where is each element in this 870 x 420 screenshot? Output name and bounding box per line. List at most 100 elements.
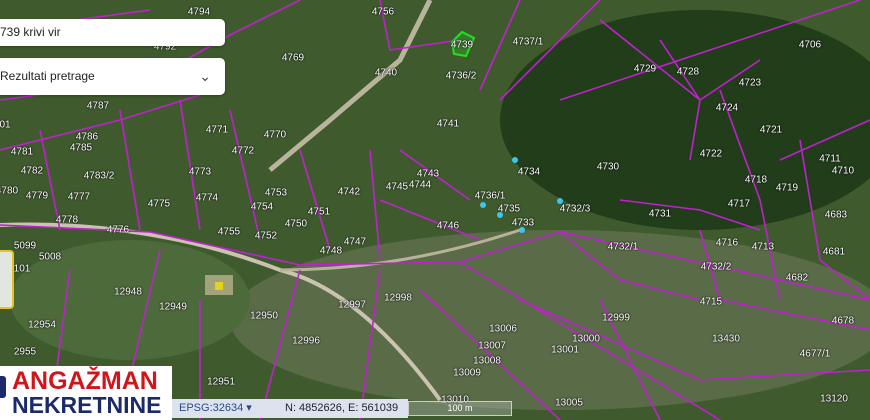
parcel-label[interactable]: 4732/2	[701, 262, 732, 273]
parcel-label[interactable]: 4677/1	[800, 349, 831, 360]
parcel-label[interactable]: 4678	[832, 316, 854, 327]
parcel-label[interactable]: 4710	[832, 166, 854, 177]
parcel-label[interactable]: 4780	[0, 186, 18, 197]
parcel-label[interactable]: 4748	[320, 246, 342, 257]
parcel-label[interactable]: 4786	[76, 132, 98, 143]
parcel-label[interactable]: 4745	[386, 182, 408, 193]
parcel-label[interactable]: 4719	[776, 183, 798, 194]
projection-selector[interactable]: EPSG:32634 ▾	[179, 399, 252, 418]
parcel-label[interactable]: 4787	[87, 101, 109, 112]
parcel-label[interactable]: 4716	[716, 238, 738, 249]
parcel-label[interactable]: 4781	[11, 147, 33, 158]
parcel-label[interactable]: 4771	[206, 125, 228, 136]
parcel-label[interactable]: 4756	[372, 7, 394, 18]
parcel-label[interactable]: 4746	[437, 221, 459, 232]
parcel-label[interactable]: 4743	[417, 169, 439, 180]
parcel-label[interactable]: 13009	[453, 368, 481, 379]
parcel-label[interactable]: 12998	[384, 293, 412, 304]
status-bar: EPSG:32634 ▾ N: 4852626, E: 561039	[172, 399, 408, 418]
parcel-label[interactable]: 4731	[649, 209, 671, 220]
parcel-label[interactable]: 4783/2	[84, 171, 115, 182]
parcel-label[interactable]: 13005	[555, 398, 583, 409]
parcel-label[interactable]: 4711	[819, 154, 841, 165]
parcel-label[interactable]: 4794	[188, 7, 210, 18]
parcel-label[interactable]: 12951	[207, 377, 235, 388]
parcel-label[interactable]: 4773	[189, 167, 211, 178]
parcel-label[interactable]: 4730	[597, 162, 619, 173]
parcel-label[interactable]: 4713	[752, 242, 774, 253]
point-marker[interactable]	[512, 157, 518, 163]
parcel-label[interactable]: 4729	[634, 64, 656, 75]
parcel-label[interactable]: 4775	[148, 199, 170, 210]
parcel-label[interactable]: 4728	[677, 67, 699, 78]
parcel-label[interactable]: 4750	[285, 219, 307, 230]
parcel-label[interactable]: 4717	[728, 199, 750, 210]
parcel-label[interactable]: 13008	[473, 356, 501, 367]
parcel-label[interactable]: 4683	[825, 210, 847, 221]
parcel-label[interactable]: 4681	[823, 247, 845, 258]
parcel-label[interactable]: 13001	[551, 345, 579, 356]
parcel-label[interactable]: 4718	[745, 175, 767, 186]
parcel-label[interactable]: 4772	[232, 146, 254, 157]
parcel-label[interactable]: 4715	[700, 297, 722, 308]
side-panel-toggle[interactable]	[0, 250, 14, 309]
parcel-label[interactable]: 4770	[264, 130, 286, 141]
parcel-label[interactable]: 4706	[799, 40, 821, 51]
search-input[interactable]: 739 krivi vir	[0, 19, 225, 46]
parcel-label[interactable]: 13000	[572, 334, 600, 345]
chevron-down-icon[interactable]: ⌄	[199, 58, 211, 95]
parcel-label[interactable]: 4739	[451, 40, 473, 51]
parcel-label[interactable]: 4777	[68, 192, 90, 203]
parcel-label[interactable]: 4722	[700, 149, 722, 160]
search-results-dropdown[interactable]: Rezultati pretrage ⌄	[0, 58, 225, 95]
point-marker[interactable]	[497, 212, 503, 218]
parcel-label[interactable]: 5099	[14, 241, 36, 252]
parcel-label[interactable]: 4753	[265, 188, 287, 199]
parcel-label[interactable]: 13007	[478, 341, 506, 352]
parcel-label[interactable]: 13430	[712, 334, 740, 345]
point-marker[interactable]	[557, 198, 563, 204]
parcel-label[interactable]: 101	[14, 264, 31, 275]
parcel-label[interactable]: 4721	[760, 125, 782, 136]
parcel-label[interactable]: 4778	[56, 215, 78, 226]
field-area	[230, 230, 870, 410]
parcel-label[interactable]: 4752	[255, 231, 277, 242]
parcel-label[interactable]: 12950	[250, 311, 278, 322]
parcel-label[interactable]: 5008	[39, 252, 61, 263]
parcel-label[interactable]: 4741	[437, 119, 459, 130]
parcel-label[interactable]: 12997	[338, 300, 366, 311]
parcel-label[interactable]: 4769	[282, 53, 304, 64]
parcel-label[interactable]: 12954	[28, 320, 56, 331]
parcel-label[interactable]: 12949	[159, 302, 187, 313]
parcel-label[interactable]: 4732/3	[560, 204, 591, 215]
parcel-label[interactable]: 4785	[70, 143, 92, 154]
parcel-label[interactable]: 4734	[518, 167, 540, 178]
parcel-label[interactable]: 4755	[218, 227, 240, 238]
parcel-label[interactable]: 4682	[786, 273, 808, 284]
point-marker[interactable]	[519, 227, 525, 233]
parcel-label[interactable]: 4776	[107, 225, 129, 236]
parcel-label[interactable]: 4723	[739, 78, 761, 89]
parcel-label[interactable]: 4744	[409, 180, 431, 191]
point-marker[interactable]	[480, 202, 486, 208]
parcel-label[interactable]: 13120	[820, 394, 848, 405]
parcel-label[interactable]: 4751	[308, 207, 330, 218]
parcel-label[interactable]: 4736/2	[446, 71, 477, 82]
parcel-label[interactable]: 4724	[716, 103, 738, 114]
parcel-label[interactable]: 4736/1	[475, 191, 506, 202]
parcel-label[interactable]: 4754	[251, 202, 273, 213]
parcel-label[interactable]: 4774	[196, 193, 218, 204]
parcel-label[interactable]: 2955	[14, 347, 36, 358]
parcel-label[interactable]: 4740	[375, 68, 397, 79]
parcel-label[interactable]: 12948	[114, 287, 142, 298]
parcel-label[interactable]: 4742	[338, 187, 360, 198]
parcel-label[interactable]: 01	[0, 120, 11, 131]
parcel-label[interactable]: 4737/1	[513, 37, 544, 48]
parcel-label[interactable]: 12999	[602, 313, 630, 324]
parcel-label[interactable]: 13006	[489, 324, 517, 335]
parcel-label[interactable]: 12996	[292, 336, 320, 347]
parcel-label[interactable]: 4732/1	[608, 242, 639, 253]
parcel-label[interactable]: 4782	[21, 166, 43, 177]
parcel-label[interactable]: 4779	[26, 191, 48, 202]
parcel-label[interactable]: 4747	[344, 237, 366, 248]
